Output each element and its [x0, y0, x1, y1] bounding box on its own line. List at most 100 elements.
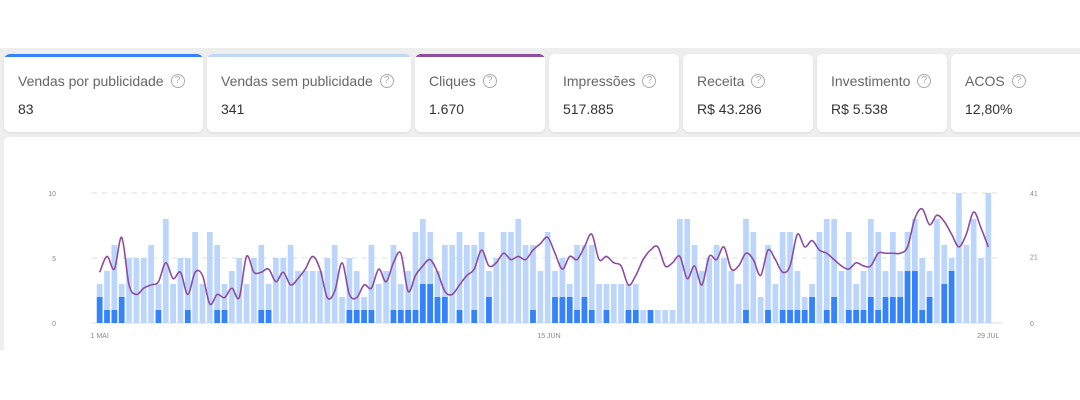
- organic-sales-bar: [199, 284, 206, 323]
- organic-sales-bar: [537, 271, 544, 323]
- chart-container: 0 5 10 0 21 41 1 MAI 15 JUN 29 JUL: [4, 137, 1080, 350]
- x-tick-label: 15 JUN: [537, 333, 560, 340]
- ads-sales-bar: [743, 310, 749, 323]
- metric-card-cliques[interactable]: Cliques? 1.670: [415, 54, 545, 132]
- x-tick-label: 29 JUL: [977, 333, 999, 340]
- ads-sales-bar: [889, 297, 896, 323]
- question-circle-icon[interactable]: ?: [642, 74, 657, 88]
- organic-sales-bar: [478, 232, 485, 323]
- ads-sales-bar: [118, 297, 125, 323]
- organic-sales-bar: [309, 271, 316, 323]
- ads-sales-bar: [787, 310, 793, 323]
- question-circle-icon[interactable]: ?: [170, 74, 185, 88]
- organic-sales-bar: [618, 284, 624, 323]
- metric-card-vendas-por-publicidade[interactable]: Vendas por publicidade? 83: [4, 54, 203, 132]
- organic-sales-bar: [339, 297, 345, 323]
- organic-sales-bar: [985, 193, 992, 323]
- organic-sales-bar: [493, 258, 500, 323]
- ads-sales-bar: [912, 271, 918, 323]
- organic-sales-bar: [772, 284, 779, 323]
- question-circle-icon[interactable]: ?: [751, 74, 766, 88]
- organic-sales-bar: [787, 232, 793, 323]
- metric-card-impressoes[interactable]: Impressões? 517.885: [549, 54, 679, 132]
- organic-sales-bar: [750, 232, 757, 323]
- ads-sales-bar: [831, 297, 837, 323]
- ads-sales-bar: [397, 310, 404, 323]
- metric-value: 341: [221, 101, 245, 117]
- ads-sales-bar: [801, 310, 808, 323]
- ads-sales-bar: [603, 310, 610, 323]
- card-accent-bar: [415, 54, 545, 57]
- ads-sales-bar: [441, 297, 448, 323]
- question-circle-icon[interactable]: ?: [482, 74, 497, 88]
- organic-sales-bar: [280, 258, 287, 323]
- organic-sales-bar: [845, 232, 852, 323]
- ads-sales-bar: [574, 310, 580, 323]
- x-tick-label: 1 MAI: [91, 333, 109, 340]
- organic-sales-bar: [934, 219, 940, 323]
- organic-sales-bar: [640, 310, 647, 323]
- ads-sales-bar: [104, 310, 110, 323]
- ads-sales-bar: [214, 310, 221, 323]
- y-right-tick-label: 0: [1030, 321, 1034, 328]
- organic-sales-bar: [669, 310, 676, 323]
- organic-sales-bar: [757, 297, 764, 323]
- question-circle-icon[interactable]: ?: [1011, 74, 1026, 88]
- organic-sales-bar: [728, 271, 735, 323]
- ads-sales-bar: [941, 284, 948, 323]
- question-circle-icon[interactable]: ?: [379, 74, 394, 88]
- ads-sales-bar: [346, 310, 353, 323]
- ads-sales-bar: [794, 310, 801, 323]
- organic-sales-bar: [610, 284, 617, 323]
- organic-sales-bar: [302, 271, 309, 323]
- organic-sales-bar: [706, 258, 713, 323]
- y-left-tick-label: 5: [52, 256, 56, 263]
- ads-sales-bar: [96, 297, 103, 323]
- ads-sales-bar: [867, 297, 874, 323]
- organic-sales-bar: [206, 232, 213, 323]
- organic-sales-bar: [676, 219, 683, 323]
- organic-sales-bar: [596, 284, 602, 323]
- organic-sales-bar: [170, 284, 176, 323]
- metric-cards: Vendas por publicidade? 83 Vendas sem pu…: [0, 54, 1080, 132]
- metric-card-acos[interactable]: ACOS? 12,80%: [951, 54, 1080, 132]
- ads-sales-bar: [559, 297, 566, 323]
- organic-sales-bar: [500, 232, 507, 323]
- organic-sales-bar: [177, 258, 184, 323]
- organic-sales-bar: [823, 219, 830, 323]
- organic-sales-bar: [464, 245, 470, 323]
- y-left-tick-label: 0: [52, 321, 56, 328]
- ads-sales-bar: [390, 310, 397, 323]
- ads-sales-bar: [412, 310, 419, 323]
- ads-sales-bar: [765, 310, 771, 323]
- organic-sales-bar: [978, 258, 984, 323]
- organic-sales-bar: [662, 310, 669, 323]
- metric-label: Vendas por publicidade: [18, 73, 164, 89]
- ads-sales-bar: [184, 310, 191, 323]
- ads-sales-bar: [258, 310, 265, 323]
- ads-sales-bar: [919, 310, 926, 323]
- ads-sales-bar: [860, 310, 867, 323]
- ads-sales-bar: [809, 297, 815, 323]
- organic-sales-bar: [456, 232, 463, 323]
- ads-sales-bar: [427, 284, 434, 323]
- ads-sales-bar: [456, 310, 463, 323]
- organic-sales-bar: [654, 310, 661, 323]
- ads-sales-bar: [588, 310, 595, 323]
- ads-sales-bar: [926, 297, 933, 323]
- organic-sales-bar: [816, 232, 823, 323]
- organic-sales-bar: [228, 271, 235, 323]
- metric-card-investimento[interactable]: Investimento? R$ 5.538: [817, 54, 947, 132]
- ads-sales-bar: [853, 310, 860, 323]
- ads-sales-bar: [111, 310, 118, 323]
- metric-card-vendas-sem-publicidade[interactable]: Vendas sem publicidade? 341: [207, 54, 411, 132]
- metric-label: ACOS: [965, 73, 1005, 89]
- metric-card-receita[interactable]: Receita? R$ 43.286: [683, 54, 813, 132]
- question-circle-icon[interactable]: ?: [917, 74, 932, 88]
- metric-value: 12,80%: [965, 101, 1013, 117]
- y-left-tick-label: 10: [48, 191, 56, 198]
- card-accent-bar: [4, 54, 203, 57]
- metric-value: 1.670: [429, 101, 465, 117]
- organic-sales-bar: [684, 219, 691, 323]
- ads-sales-bar: [434, 297, 441, 323]
